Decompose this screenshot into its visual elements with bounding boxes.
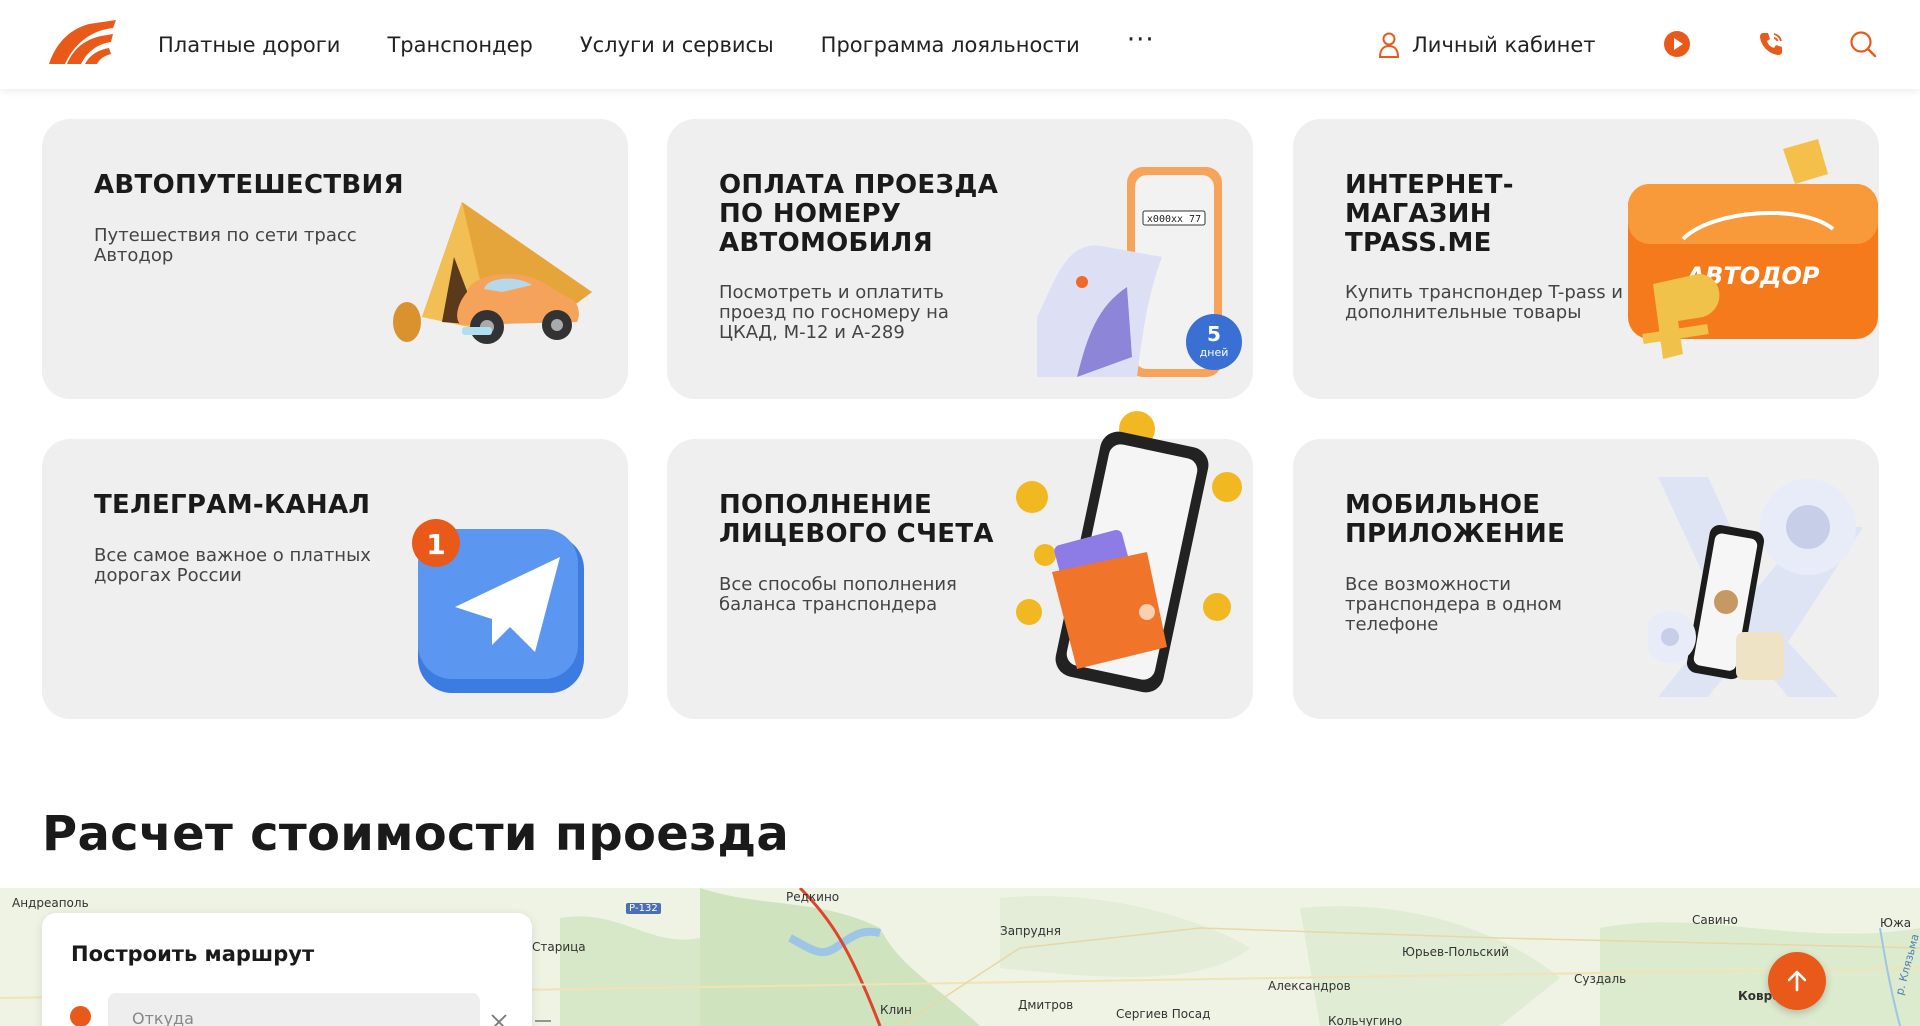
card-desc: Посмотреть и оплатить проезд по госномер… [719,282,949,343]
nav-loyalty[interactable]: Программа лояльности [821,33,1080,57]
site-header: Платные дороги Транспондер Услуги и серв… [0,0,1920,89]
map-label: Старица [532,940,586,954]
telegram-illustration: 1 [412,519,584,693]
svg-text:дней: дней [1200,346,1229,359]
card-autotravel[interactable]: Автопутешествия Путешествия по сети трас… [42,119,628,399]
mobile-app-illustration [1648,477,1863,697]
card-desc: Путешествия по сети трасс Автодор [94,225,357,266]
map-label: Клин [880,1003,912,1017]
transponder-ruble-illustration: АВТОДОР [1628,139,1878,359]
map-label: Суздаль [1574,972,1627,986]
calc-section-title: Расчет стоимости проезда [42,806,790,862]
card-title: Мобильное приложение [1345,490,1566,549]
nav-toll-roads[interactable]: Платные дороги [158,33,340,57]
card-mobile-app[interactable]: Мобильное приложение Все возможности тра… [1293,439,1879,719]
user-icon [1378,32,1400,58]
account-link[interactable]: Личный кабинет [1378,0,1596,89]
card-title: Интернет-магазин TPASS.ME [1345,170,1514,258]
card-desc: Все способы пополнения баланса транспонд… [719,574,957,615]
card-top-up-account[interactable]: Пополнение лицевого счета Все способы по… [667,411,1253,719]
card-telegram[interactable]: Телеграм-канал Все самое важное о платны… [42,439,628,719]
map-road-badge: Р-132 [626,903,661,914]
map-label: Юрьев-Польский [1402,945,1509,959]
play-icon[interactable] [1662,29,1692,59]
phone-receipt-illustration: х000хх 77 5 дней [1037,167,1242,377]
map-label: Сергиев Посад [1116,1007,1211,1021]
nav-services[interactable]: Услуги и сервисы [580,33,774,57]
card-title: Пополнение лицевого счета [719,490,994,549]
arrow-up-icon [1787,970,1807,992]
map-label: Дмитров [1018,998,1074,1012]
clear-icon[interactable] [490,1013,508,1026]
svg-text:5: 5 [1207,322,1221,346]
card-pay-by-plate[interactable]: Оплата проезда по номеру автомобиля Посм… [667,119,1253,399]
more-menu-button[interactable]: ··· [1127,25,1155,55]
card-desc: Купить транспондер T-pass и дополнительн… [1345,282,1624,323]
map-label: Южа [1880,916,1912,930]
route-panel: Построить маршрут [42,913,551,1026]
origin-dot-icon [70,1006,91,1026]
map-label: Редкино [786,890,840,904]
main-nav: Платные дороги Транспондер Услуги и серв… [158,0,1155,89]
map-label: Кольчугино [1328,1014,1403,1026]
card-title: Телеграм-канал [94,490,371,520]
account-label: Личный кабинет [1412,32,1596,57]
card-online-shop[interactable]: Интернет-магазин TPASS.ME Купить транспо… [1293,119,1879,399]
map-label: Андреаполь [12,896,89,910]
search-icon[interactable] [1848,29,1878,59]
route-panel-title: Построить маршрут [71,942,315,966]
nav-transponder[interactable]: Транспондер [387,33,532,57]
card-title: Оплата проезда по номеру автомобиля [719,170,999,258]
origin-input[interactable] [108,993,480,1026]
scroll-to-top-button[interactable] [1768,952,1826,1010]
card-desc: Все самое важное о платных дорогах Росси… [94,545,371,586]
map-label: Александров [1268,979,1351,993]
svg-text:х000хх 77: х000хх 77 [1147,214,1201,225]
card-desc: Все возможности транспондера в одном тел… [1345,574,1563,635]
drag-handle-icon[interactable] [533,1013,553,1026]
tent-car-illustration [393,202,592,344]
phone-icon[interactable] [1756,29,1786,59]
autodor-logo[interactable] [41,20,116,64]
wallet-phone-illustration [1016,411,1242,693]
map-label: Савино [1692,913,1738,927]
map-label: Запрудня [1000,924,1061,938]
card-title: Автопутешествия [94,170,404,200]
svg-text:1: 1 [426,528,445,561]
